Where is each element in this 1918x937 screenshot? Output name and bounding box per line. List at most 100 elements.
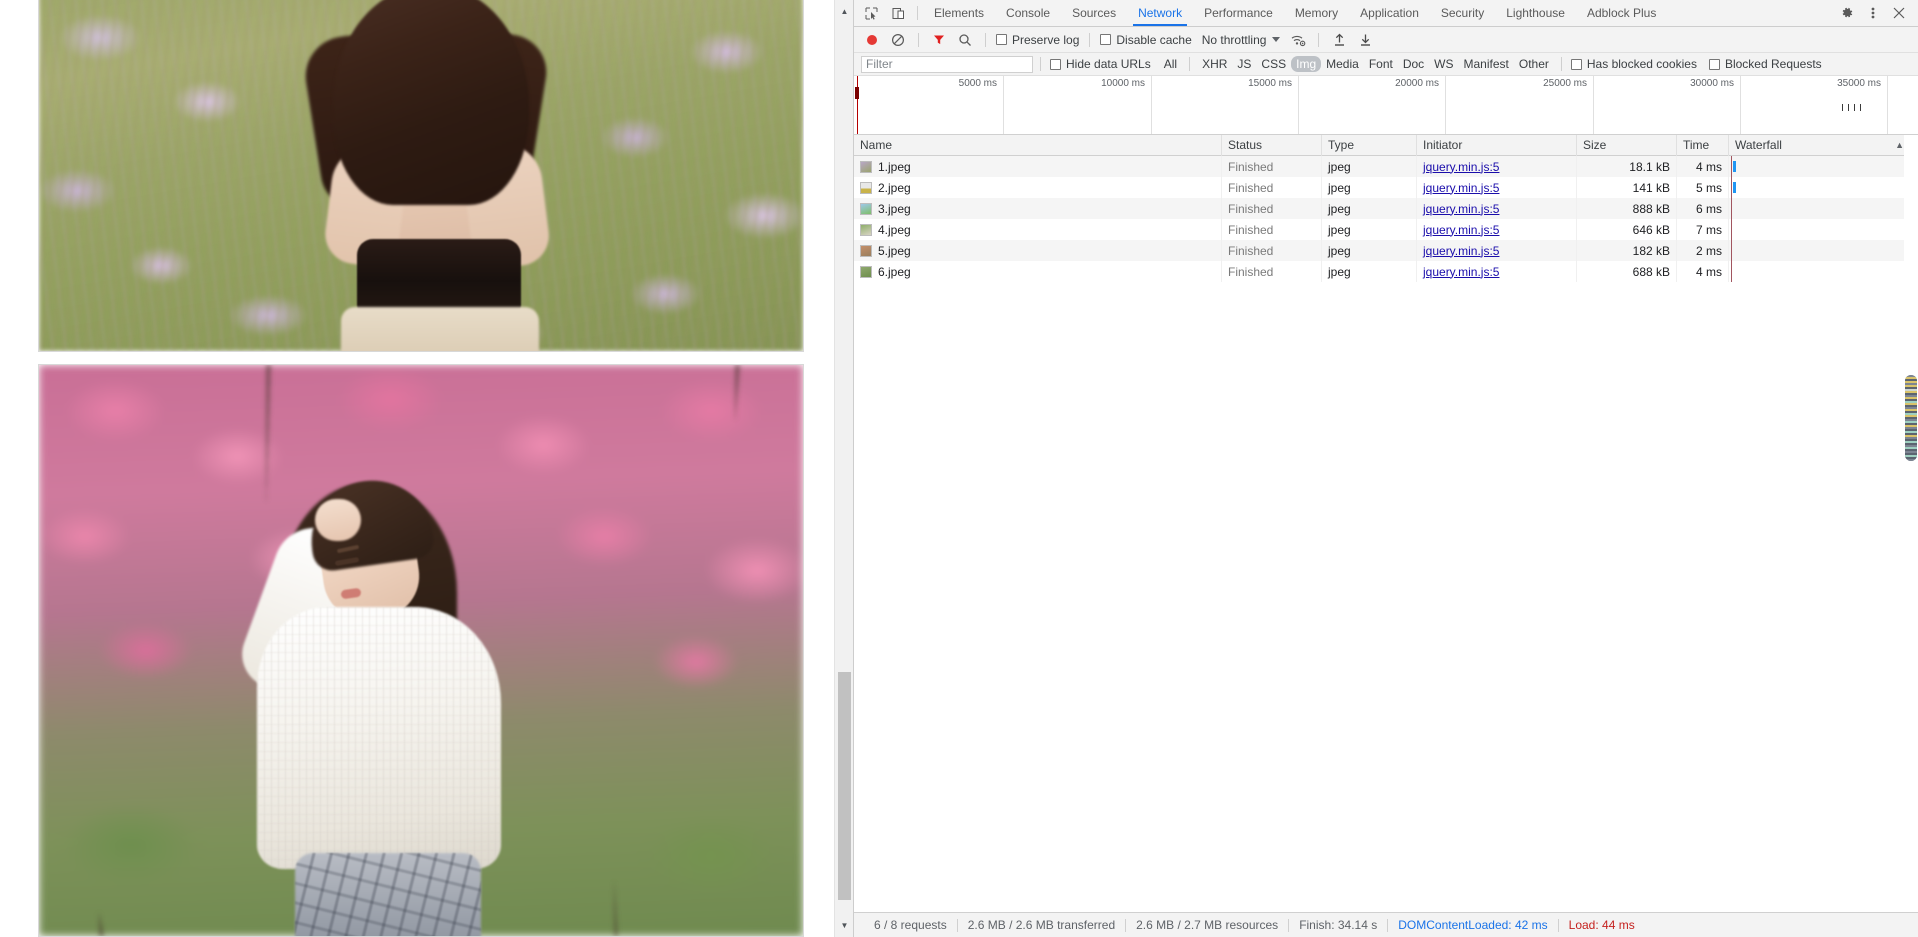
photo-1-lavender-field xyxy=(38,0,804,352)
cell-initiator[interactable]: jquery.min.js:5 xyxy=(1417,261,1577,282)
cell-initiator[interactable]: jquery.min.js:5 xyxy=(1417,240,1577,261)
settings-gear-icon[interactable] xyxy=(1834,0,1860,27)
table-row[interactable]: 6.jpeg Finished jpeg jquery.min.js:5 688… xyxy=(854,261,1918,282)
hide-data-urls-box[interactable] xyxy=(1050,58,1061,70)
initiator-link[interactable]: jquery.min.js:5 xyxy=(1423,202,1499,216)
devtools-vertical-scrollbar[interactable] xyxy=(1904,135,1918,887)
search-icon[interactable] xyxy=(953,28,977,52)
tab-elements[interactable]: Elements xyxy=(923,0,995,26)
table-row[interactable]: 1.jpeg Finished jpeg jquery.min.js:5 18.… xyxy=(854,156,1918,177)
cell-initiator[interactable]: jquery.min.js:5 xyxy=(1417,198,1577,219)
table-row[interactable]: 2.jpeg Finished jpeg jquery.min.js:5 141… xyxy=(854,177,1918,198)
initiator-link[interactable]: jquery.min.js:5 xyxy=(1423,181,1499,195)
filter-type-js[interactable]: JS xyxy=(1232,56,1256,72)
export-har-icon[interactable] xyxy=(1353,28,1377,52)
has-blocked-cookies-box[interactable] xyxy=(1570,58,1582,70)
filter-input[interactable] xyxy=(861,55,1033,73)
filter-type-other[interactable]: Other xyxy=(1514,56,1554,72)
chevron-down-icon[interactable] xyxy=(1272,37,1281,42)
filter-type-media[interactable]: Media xyxy=(1321,56,1364,72)
column-header-time[interactable]: Time xyxy=(1677,135,1729,156)
cell-waterfall[interactable] xyxy=(1729,156,1918,177)
filter-type-css[interactable]: CSS xyxy=(1256,56,1291,72)
filter-type-all[interactable]: All xyxy=(1159,56,1182,72)
blocked-requests-box[interactable] xyxy=(1708,58,1720,70)
tab-adblock-plus[interactable]: Adblock Plus xyxy=(1576,0,1667,26)
column-header-waterfall[interactable]: Waterfall ▲ xyxy=(1729,135,1918,156)
page-vertical-scrollbar[interactable]: ▲ ▼ xyxy=(834,0,853,937)
device-toolbar-icon[interactable] xyxy=(885,0,912,26)
tab-application[interactable]: Application xyxy=(1349,0,1430,26)
tab-lighthouse[interactable]: Lighthouse xyxy=(1495,0,1576,26)
file-thumbnail-icon xyxy=(860,202,872,215)
hair-mass xyxy=(333,0,529,205)
column-header-name[interactable]: Name xyxy=(854,135,1222,156)
tab-console[interactable]: Console xyxy=(995,0,1061,26)
cell-name[interactable]: 1.jpeg xyxy=(854,156,1222,177)
devtools-scrollbar-thumb[interactable] xyxy=(1905,375,1917,461)
filter-funnel-icon[interactable] xyxy=(927,28,951,52)
record-button[interactable] xyxy=(860,28,884,52)
cell-name[interactable]: 2.jpeg xyxy=(854,177,1222,198)
filter-divider-3 xyxy=(1560,57,1562,71)
column-header-initiator[interactable]: Initiator xyxy=(1417,135,1577,156)
close-icon[interactable] xyxy=(1886,0,1912,27)
table-row[interactable]: 4.jpeg Finished jpeg jquery.min.js:5 646… xyxy=(854,219,1918,240)
clear-icon[interactable] xyxy=(886,28,910,52)
tab-security[interactable]: Security xyxy=(1430,0,1495,26)
initiator-link[interactable]: jquery.min.js:5 xyxy=(1423,244,1499,258)
cell-name[interactable]: 3.jpeg xyxy=(854,198,1222,219)
cell-type: jpeg xyxy=(1322,219,1417,240)
tab-memory[interactable]: Memory xyxy=(1284,0,1349,26)
import-har-icon[interactable] xyxy=(1327,28,1351,52)
cell-initiator[interactable]: jquery.min.js:5 xyxy=(1417,219,1577,240)
cell-name[interactable]: 4.jpeg xyxy=(854,219,1222,240)
cell-waterfall[interactable] xyxy=(1729,240,1918,261)
cell-initiator[interactable]: jquery.min.js:5 xyxy=(1417,177,1577,198)
initiator-link[interactable]: jquery.min.js:5 xyxy=(1423,160,1499,174)
scroll-up-arrow-icon[interactable]: ▲ xyxy=(835,2,853,21)
tab-network[interactable]: Network xyxy=(1127,0,1193,26)
column-header-type[interactable]: Type xyxy=(1322,135,1417,156)
cell-name[interactable]: 5.jpeg xyxy=(854,240,1222,261)
tab-sources[interactable]: Sources xyxy=(1061,0,1127,26)
table-row[interactable]: 5.jpeg Finished jpeg jquery.min.js:5 182… xyxy=(854,240,1918,261)
filter-type-doc[interactable]: Doc xyxy=(1398,56,1429,72)
hide-data-urls-checkbox[interactable]: Hide data URLs xyxy=(1048,57,1153,71)
filter-type-font[interactable]: Font xyxy=(1364,56,1398,72)
filter-type-img[interactable]: Img xyxy=(1291,56,1322,72)
file-thumbnail-icon xyxy=(860,160,872,173)
disable-cache-box[interactable] xyxy=(1100,34,1112,45)
filter-type-manifest[interactable]: Manifest xyxy=(1459,56,1514,72)
filter-type-xhr[interactable]: XHR xyxy=(1197,56,1232,72)
cell-initiator[interactable]: jquery.min.js:5 xyxy=(1417,156,1577,177)
network-conditions-icon[interactable] xyxy=(1286,28,1310,52)
table-row[interactable]: 3.jpeg Finished jpeg jquery.min.js:5 888… xyxy=(854,198,1918,219)
preserve-log-box[interactable] xyxy=(996,34,1007,45)
cell-name[interactable]: 6.jpeg xyxy=(854,261,1222,282)
throttling-select[interactable]: No throttling xyxy=(1202,33,1281,47)
has-blocked-cookies-checkbox[interactable]: Has blocked cookies xyxy=(1569,57,1699,71)
plaid-skirt-pattern xyxy=(295,853,481,936)
column-header-status[interactable]: Status xyxy=(1222,135,1322,156)
inspect-element-icon[interactable] xyxy=(858,0,885,26)
cell-waterfall[interactable] xyxy=(1729,261,1918,282)
column-header-size[interactable]: Size xyxy=(1577,135,1677,156)
filter-type-ws[interactable]: WS xyxy=(1429,56,1458,72)
more-options-icon[interactable] xyxy=(1860,0,1886,27)
cell-waterfall[interactable] xyxy=(1729,219,1918,240)
devtools-panel: Elements Console Sources Network Perform… xyxy=(853,0,1918,937)
initiator-link[interactable]: jquery.min.js:5 xyxy=(1423,223,1499,237)
scroll-down-arrow-icon[interactable]: ▼ xyxy=(835,916,853,935)
cell-waterfall[interactable] xyxy=(1729,198,1918,219)
blocked-requests-checkbox[interactable]: Blocked Requests xyxy=(1707,57,1824,71)
initiator-link[interactable]: jquery.min.js:5 xyxy=(1423,265,1499,279)
preserve-log-checkbox[interactable]: Preserve log xyxy=(994,33,1081,47)
network-overview-timeline[interactable]: 5000 ms 10000 ms 15000 ms 20000 ms 25000… xyxy=(854,76,1918,135)
cell-time: 4 ms xyxy=(1677,156,1729,177)
tab-performance[interactable]: Performance xyxy=(1193,0,1284,26)
page-scrollbar-thumb[interactable] xyxy=(838,672,851,900)
request-name: 1.jpeg xyxy=(878,159,911,174)
cell-waterfall[interactable] xyxy=(1729,177,1918,198)
disable-cache-checkbox[interactable]: Disable cache xyxy=(1098,33,1193,47)
